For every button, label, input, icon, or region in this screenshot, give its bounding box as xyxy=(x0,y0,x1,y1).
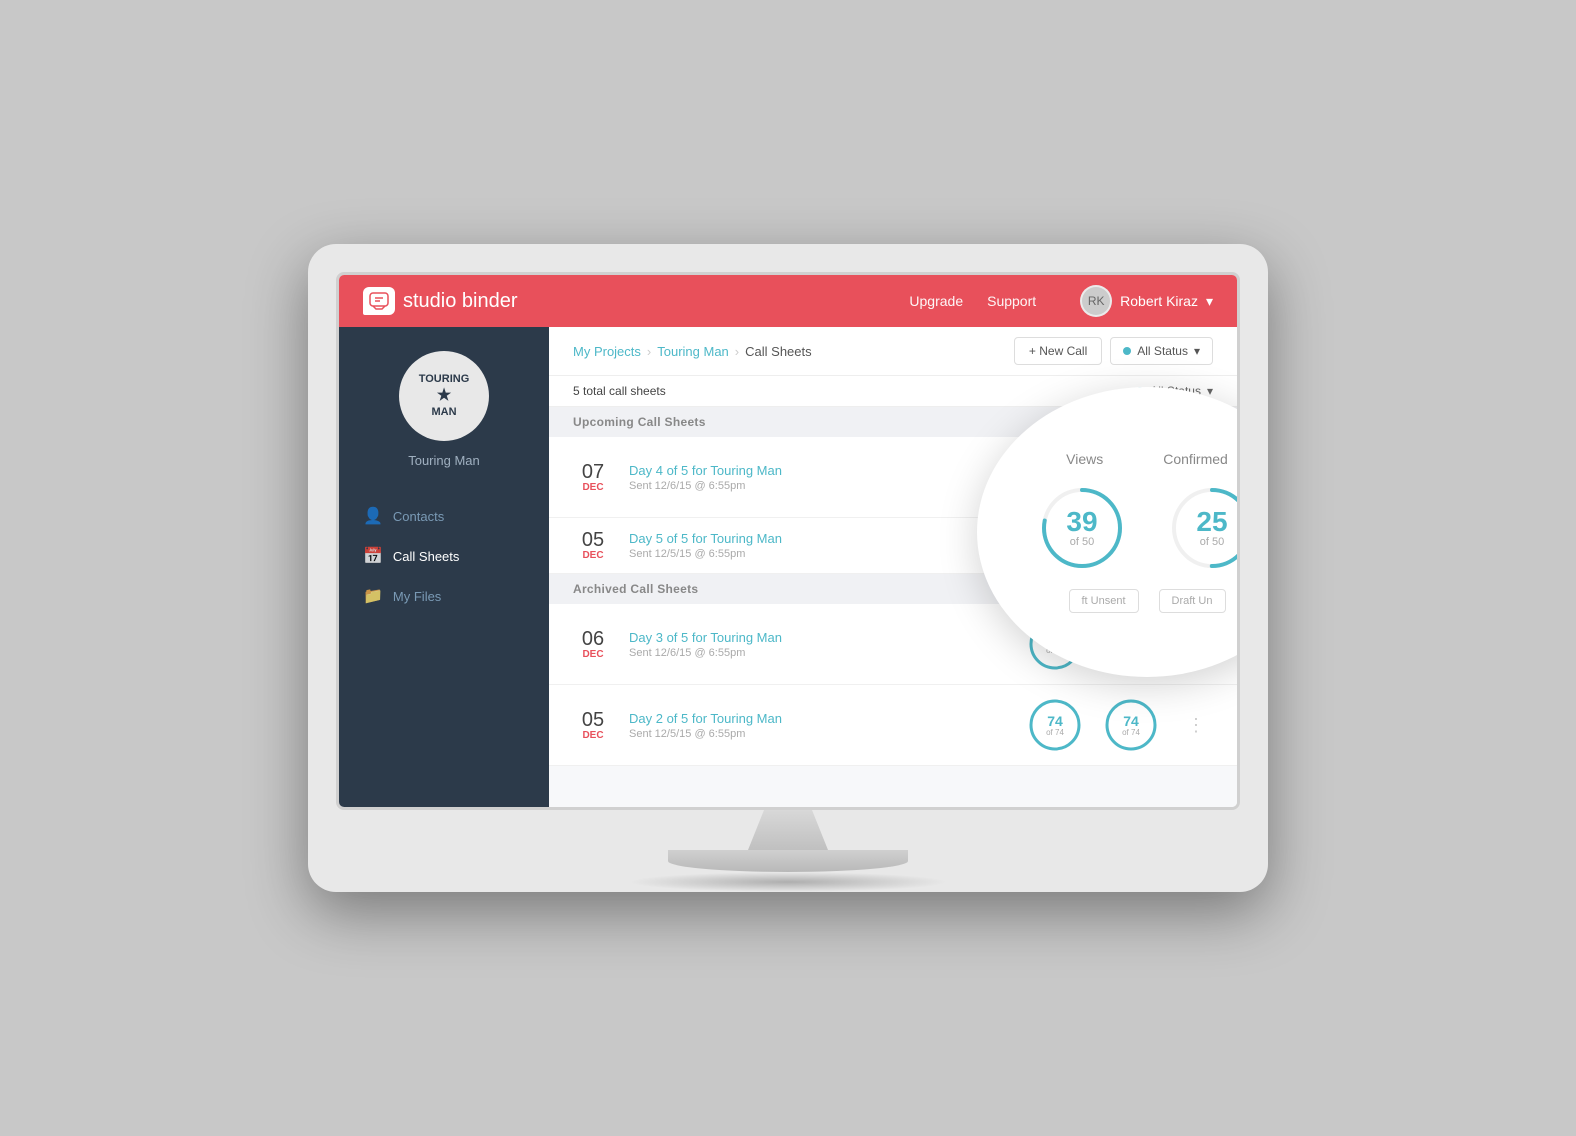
sidebar-label-contacts: Contacts xyxy=(393,509,444,524)
date-mon-1: DEC xyxy=(573,482,613,493)
row-info-3: Day 3 of 5 for Touring Man Sent 12/6/15 … xyxy=(629,630,1011,659)
sidebar: TOURING ★ MAN Touring Man 👤 Contacts 📅 C… xyxy=(339,327,549,807)
date-num-3: 06 xyxy=(573,629,613,649)
my-files-icon: 📁 xyxy=(363,586,383,606)
row-title-4[interactable]: Day 2 of 5 for Touring Man xyxy=(629,711,1011,726)
total-count: 5 total call sheets xyxy=(573,384,666,398)
zoom-confirmed-denom: of 50 xyxy=(1200,536,1224,548)
app-logo: studio binder xyxy=(363,287,909,315)
zoom-drafts-row: ft Unsent Draft Un xyxy=(1069,589,1226,613)
date-mon-4: DEC xyxy=(573,730,613,741)
sidebar-item-contacts[interactable]: 👤 Contacts xyxy=(339,496,549,536)
user-avatar: RK xyxy=(1080,285,1112,317)
sidebar-item-my-files[interactable]: 📁 My Files xyxy=(339,576,549,616)
zoom-views-num: 39 xyxy=(1066,508,1097,536)
confirmed-circle-4: 74 of 74 xyxy=(1103,697,1159,753)
views-circle-4: 74 of 74 xyxy=(1027,697,1083,753)
breadcrumb-sep-2: › xyxy=(735,344,739,359)
content-area: My Projects › Touring Man › Call Sheets … xyxy=(549,327,1237,807)
sidebar-item-call-sheets[interactable]: 📅 Call Sheets xyxy=(339,536,549,576)
project-name: Touring Man xyxy=(408,453,480,468)
row-date-3: 06 DEC xyxy=(573,629,613,660)
monitor-stand xyxy=(336,810,1240,872)
zoom-confirmed-label: Confirmed xyxy=(1163,451,1228,467)
views-denom-4: of 74 xyxy=(1046,728,1064,737)
breadcrumb: My Projects › Touring Man › Call Sheets xyxy=(573,344,812,359)
upgrade-link[interactable]: Upgrade xyxy=(909,293,963,309)
stand-neck xyxy=(748,810,828,850)
breadcrumb-sep-1: › xyxy=(647,344,651,359)
confirmed-num-4: 74 xyxy=(1123,714,1139,728)
user-chevron: ▾ xyxy=(1206,293,1213,310)
row-subtitle-1: Sent 12/6/15 @ 6:55pm xyxy=(629,480,1011,492)
row-title-1[interactable]: Day 4 of 5 for Touring Man xyxy=(629,463,1011,478)
zoom-views-denom: of 50 xyxy=(1070,536,1094,548)
zoom-views-label: Views xyxy=(1066,451,1103,467)
breadcrumb-current: Call Sheets xyxy=(745,344,811,359)
stand-base xyxy=(668,850,908,872)
sidebar-label-my-files: My Files xyxy=(393,589,441,604)
confirmed-denom-4: of 74 xyxy=(1122,728,1140,737)
zoom-overlay-inner: Views Confirmed 39 of 50 xyxy=(977,427,1237,637)
project-logo: TOURING ★ MAN xyxy=(399,351,489,441)
date-num-2: 05 xyxy=(573,530,613,550)
zoom-circles-row: 39 of 50 25 of 50 xyxy=(1037,483,1237,573)
row-subtitle-2: Sent 12/5/15 @ 6:55pm xyxy=(629,548,1009,560)
breadcrumb-my-projects[interactable]: My Projects xyxy=(573,344,641,359)
user-name: Robert Kiraz xyxy=(1120,293,1198,309)
support-link[interactable]: Support xyxy=(987,293,1036,309)
table-row: 05 DEC Day 2 of 5 for Touring Man Sent 1… xyxy=(549,685,1237,766)
breadcrumb-bar: My Projects › Touring Man › Call Sheets … xyxy=(549,327,1237,376)
row-date-4: 05 DEC xyxy=(573,710,613,741)
sidebar-nav: 👤 Contacts 📅 Call Sheets 📁 My Files xyxy=(339,496,549,616)
zoom-views-circle: 39 of 50 xyxy=(1037,483,1127,573)
nav-links: Upgrade Support RK Robert Kiraz ▾ xyxy=(909,285,1213,317)
call-sheets-icon: 📅 xyxy=(363,546,383,566)
row-more-4[interactable]: ⋮ xyxy=(1179,711,1213,740)
chevron-down-icon: ▾ xyxy=(1194,344,1200,358)
zoom-confirmed-num: 25 xyxy=(1196,508,1227,536)
sidebar-label-call-sheets: Call Sheets xyxy=(393,549,459,564)
app-name: studio binder xyxy=(403,290,518,313)
breadcrumb-project[interactable]: Touring Man xyxy=(657,344,729,359)
date-num-1: 07 xyxy=(573,462,613,482)
project-logo-text: TOURING ★ MAN xyxy=(419,373,470,419)
zoom-col-headers: Views Confirmed xyxy=(1066,451,1228,467)
contacts-icon: 👤 xyxy=(363,506,383,526)
zoom-draft-badge-2: Draft Un xyxy=(1159,589,1226,613)
row-info-2: Day 5 of 5 for Touring Man Sent 12/5/15 … xyxy=(629,531,1009,560)
breadcrumb-actions: + New Call All Status ▾ xyxy=(1014,337,1213,365)
row-metrics-4: 74 of 74 74 of 74 ⋮ xyxy=(1027,697,1213,753)
user-menu[interactable]: RK Robert Kiraz ▾ xyxy=(1080,285,1213,317)
row-title-3[interactable]: Day 3 of 5 for Touring Man xyxy=(629,630,1011,645)
zoom-confirmed-circle: 25 of 50 xyxy=(1167,483,1237,573)
date-mon-2: DEC xyxy=(573,550,613,561)
monitor-shadow xyxy=(628,872,948,892)
date-mon-3: DEC xyxy=(573,649,613,660)
row-title-2[interactable]: Day 5 of 5 for Touring Man xyxy=(629,531,1009,546)
row-date-2: 05 DEC xyxy=(573,530,613,561)
top-navigation: studio binder Upgrade Support RK Robert … xyxy=(339,275,1237,327)
views-num-4: 74 xyxy=(1047,714,1063,728)
new-call-button[interactable]: + New Call xyxy=(1014,337,1102,365)
zoom-draft-badge-1: ft Unsent xyxy=(1069,589,1139,613)
row-subtitle-3: Sent 12/6/15 @ 6:55pm xyxy=(629,647,1011,659)
logo-icon xyxy=(363,287,395,315)
row-date-1: 07 DEC xyxy=(573,462,613,493)
status-dot xyxy=(1123,347,1131,355)
date-num-4: 05 xyxy=(573,710,613,730)
row-subtitle-4: Sent 12/5/15 @ 6:55pm xyxy=(629,728,1011,740)
row-info-1: Day 4 of 5 for Touring Man Sent 12/6/15 … xyxy=(629,463,1011,492)
app-body: TOURING ★ MAN Touring Man 👤 Contacts 📅 C… xyxy=(339,327,1237,807)
row-info-4: Day 2 of 5 for Touring Man Sent 12/5/15 … xyxy=(629,711,1011,740)
all-status-dropdown[interactable]: All Status ▾ xyxy=(1110,337,1213,365)
